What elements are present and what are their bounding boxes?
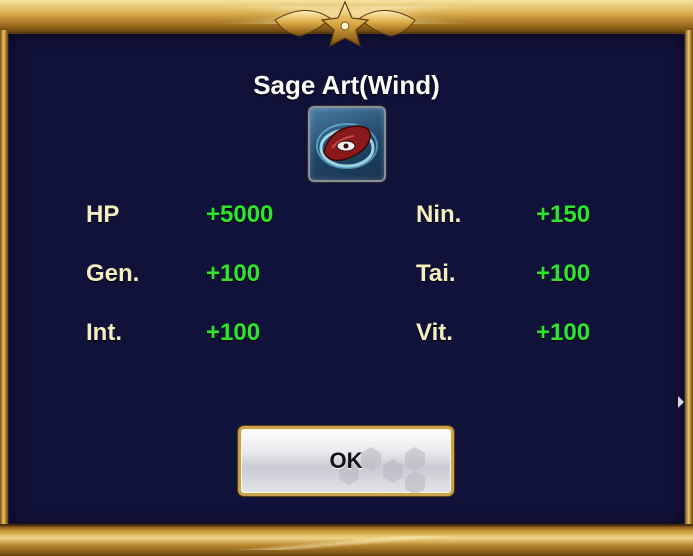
frame-bottom-border bbox=[0, 524, 693, 556]
stat-value-vit: +100 bbox=[536, 319, 591, 346]
stat-label-tai: Tai. bbox=[416, 260, 456, 287]
stat-label-gen: Gen. bbox=[86, 260, 140, 287]
stat-value-hp: +5000 bbox=[206, 201, 274, 228]
crest-ornament-icon bbox=[270, 0, 420, 52]
stat-value-tai: +100 bbox=[536, 260, 591, 287]
stat-value-nin: +150 bbox=[536, 201, 591, 228]
dialog-title: Sage Art(Wind) bbox=[253, 70, 440, 100]
stat-label-nin: Nin. bbox=[416, 201, 462, 228]
frame-left-border bbox=[0, 30, 8, 528]
ok-button[interactable]: OK bbox=[238, 426, 454, 496]
stat-value-gen: +100 bbox=[206, 260, 261, 287]
side-arrow-icon bbox=[678, 396, 684, 408]
stat-value-int: +100 bbox=[206, 319, 261, 346]
frame-right-border bbox=[685, 30, 693, 528]
stat-label-vit: Vit. bbox=[416, 319, 453, 346]
ok-button-label: OK bbox=[329, 448, 363, 473]
wind-sage-art-icon bbox=[308, 106, 386, 182]
stat-label-int: Int. bbox=[86, 319, 122, 346]
stat-label-hp: HP bbox=[86, 201, 120, 228]
